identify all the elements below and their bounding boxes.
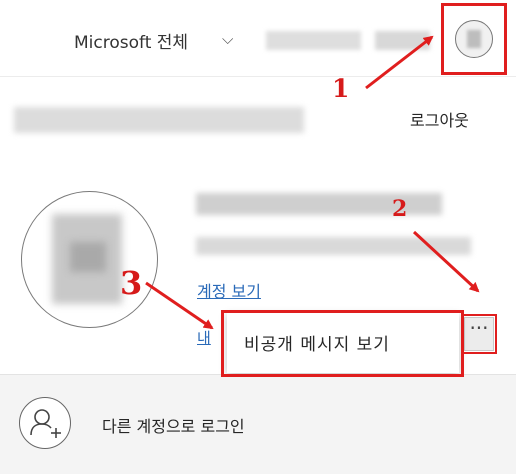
annotation-step-3: 3	[120, 264, 143, 302]
annotation-arrow-3	[145, 281, 214, 330]
annotation-step-2: 2	[392, 196, 408, 222]
annotation-step-1: 1	[332, 74, 350, 103]
annotation-arrow-2	[412, 230, 480, 293]
annotation-arrow-1	[365, 35, 434, 90]
annotation-arrows	[145, 35, 480, 330]
